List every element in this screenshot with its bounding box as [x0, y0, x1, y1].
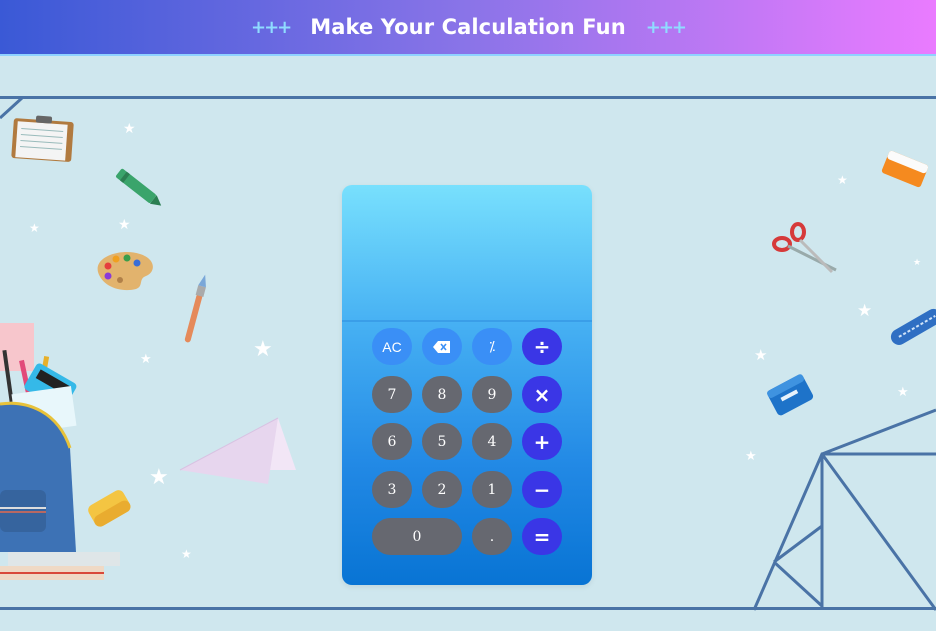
sharpener-icon	[767, 374, 814, 416]
zero-button[interactable]: 0	[372, 518, 462, 555]
three-button[interactable]: 3	[372, 471, 412, 508]
equals-button[interactable]: =	[522, 518, 562, 555]
subtract-button[interactable]: −	[522, 471, 562, 508]
pencil-case-icon	[890, 308, 936, 345]
four-button[interactable]: 4	[472, 423, 512, 460]
star-icon: ★	[253, 337, 273, 362]
decimal-button[interactable]: .	[472, 518, 512, 555]
two-button[interactable]: 2	[422, 471, 462, 508]
corner-line	[0, 96, 24, 120]
add-button[interactable]: +	[522, 423, 562, 460]
five-button[interactable]: 5	[422, 423, 462, 460]
star-icon: ★	[29, 221, 40, 235]
star-icon: ★	[118, 217, 131, 233]
crayon-icon	[116, 168, 162, 206]
calculator: AC ⁒ ÷ 7 8 9 × 6 5 4 + 3 2 1 − 0 . =	[342, 185, 592, 585]
divide-button[interactable]: ÷	[522, 328, 562, 365]
star-icon: ★	[837, 173, 848, 187]
eight-button[interactable]: 8	[422, 376, 462, 413]
clipboard-icon	[11, 115, 74, 162]
multiply-button[interactable]: ×	[522, 376, 562, 413]
six-button[interactable]: 6	[372, 423, 412, 460]
yellow-eraser-icon	[88, 490, 131, 527]
one-button[interactable]: 1	[472, 471, 512, 508]
star-icon: ★	[897, 385, 909, 400]
star-icon: ★	[745, 449, 757, 464]
school-bag-icon	[0, 323, 120, 580]
set-square-icon	[752, 408, 936, 611]
paint-palette-icon	[97, 252, 153, 291]
backspace-icon	[433, 340, 450, 353]
star-icon: ★	[149, 465, 169, 490]
clear-button[interactable]: AC	[372, 328, 412, 365]
scissors-icon	[772, 222, 837, 274]
backspace-button[interactable]	[422, 328, 462, 365]
percent-button[interactable]: ⁒	[472, 328, 512, 365]
seven-button[interactable]: 7	[372, 376, 412, 413]
star-icon: ★	[754, 346, 768, 364]
star-icon: ★	[140, 352, 152, 367]
nine-button[interactable]: 9	[472, 376, 512, 413]
star-icon: ★	[913, 258, 922, 268]
star-icon: ★	[857, 301, 873, 321]
eraser-icon	[881, 150, 929, 188]
calculator-display	[342, 185, 592, 322]
paper-plane-icon	[179, 417, 296, 484]
star-icon: ★	[123, 121, 136, 137]
paintbrush-icon	[184, 274, 206, 343]
star-icon: ★	[181, 547, 192, 561]
